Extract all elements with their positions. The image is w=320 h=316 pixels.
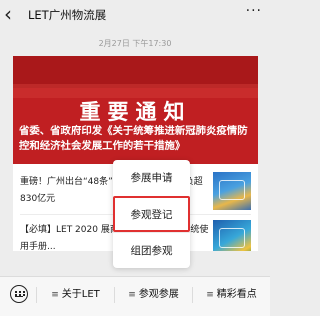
thumbnail-frame [219, 228, 245, 248]
top-bar: ‹ LET广州物流展 ··· [0, 0, 270, 30]
banner-title: 重要通知 [79, 99, 192, 124]
tab-label: 关于LET [61, 289, 100, 300]
keyboard-spacebar [15, 296, 23, 298]
tab-label: 参观参展 [138, 289, 179, 300]
submenu-popup: 参展申请 参观登记 组团参观 [113, 160, 190, 268]
banner-subtitle: 省委、省政府印发《关于统筹推进新冠肺炎疫情防控和经济社会发展工作的若干措施》 [19, 125, 248, 152]
menu-lines-icon: ≡ [51, 290, 59, 300]
tab-visit-exhibit[interactable]: ≡ 参观参展 [115, 277, 192, 313]
menu-item-group-visit[interactable]: 组团参观 [113, 232, 190, 268]
menu-item-exhibit-apply[interactable]: 参展申请 [113, 160, 190, 196]
tab-about-let[interactable]: ≡ 关于LET [37, 277, 114, 313]
account-title: LET广州物流展 [28, 8, 107, 22]
menu-lines-icon: ≡ [206, 290, 214, 300]
more-icon[interactable]: ··· [246, 3, 262, 19]
menu-item-visitor-registration[interactable]: 参观登记 [113, 196, 190, 232]
article-thumbnail [213, 220, 251, 251]
article-thumbnail [213, 172, 251, 210]
tab-label: 精彩看点 [216, 289, 257, 300]
message-timestamp: 2月27日 下午17:30 [98, 39, 172, 48]
thumbnail-frame [219, 180, 245, 200]
menu-lines-icon: ≡ [128, 290, 136, 300]
keyboard-icon[interactable] [10, 285, 28, 303]
tab-highlights[interactable]: ≡ 精彩看点 [193, 277, 270, 313]
feature-banner[interactable]: 重要通知 省委、省政府印发《关于统筹推进新冠肺炎疫情防控和经济社会发展工作的若干… [13, 56, 258, 164]
bottom-menu-bar: ≡ 关于LET ≡ 参观参展 ≡ 精彩看点 [0, 276, 270, 316]
back-arrow-icon[interactable]: ‹ [4, 2, 12, 26]
